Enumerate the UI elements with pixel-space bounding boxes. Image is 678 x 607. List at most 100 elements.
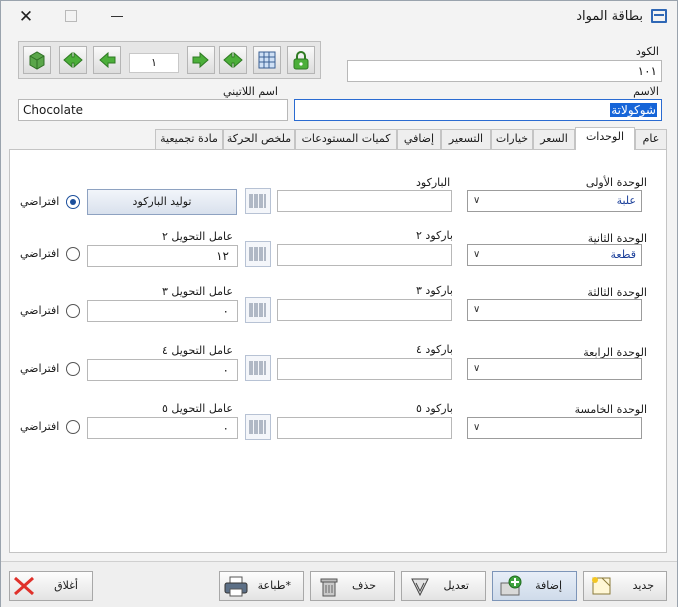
code-field[interactable]: ١٠١ bbox=[347, 60, 662, 82]
close-x-icon bbox=[14, 576, 34, 596]
default-label-4: افتراضي bbox=[20, 362, 60, 375]
tab-general[interactable]: عام bbox=[635, 129, 667, 149]
latin-name-label: اسم اللاتيني bbox=[223, 85, 278, 98]
chevron-down-icon: ∨ bbox=[473, 195, 481, 206]
default-label-5: افتراضي bbox=[20, 420, 60, 433]
latin-name-field[interactable]: Chocolate bbox=[18, 99, 288, 121]
delete-button[interactable]: حذف bbox=[310, 571, 395, 601]
barcode-3-field[interactable] bbox=[277, 299, 452, 321]
chevron-down-icon: ∨ bbox=[473, 363, 481, 374]
close-button-label: أغلاق bbox=[54, 579, 78, 592]
barcode-icon bbox=[249, 194, 266, 208]
conversion-4-field[interactable]: ٠ bbox=[87, 359, 238, 381]
barcode-5-button[interactable] bbox=[245, 414, 271, 440]
conversion-3-field[interactable]: ٠ bbox=[87, 300, 238, 322]
window-title: بطاقة المواد bbox=[576, 9, 643, 24]
navigation-toolbar: ١ bbox=[18, 41, 321, 79]
last-record-button[interactable] bbox=[219, 46, 247, 74]
chevron-down-icon: ∨ bbox=[473, 422, 481, 433]
unit-1-label: الوحدة الأولى bbox=[585, 176, 647, 189]
barcode-5-field[interactable] bbox=[277, 417, 452, 439]
new-button-label: جديد bbox=[632, 579, 654, 592]
default-radio-1[interactable] bbox=[66, 195, 80, 209]
tab-warehouse-quantities[interactable]: كميات المستودعات bbox=[295, 129, 397, 149]
default-radio-2[interactable] bbox=[66, 247, 80, 261]
unit-3-label: الوحدة الثالثة bbox=[587, 286, 647, 299]
barcode-4-button[interactable] bbox=[245, 355, 271, 381]
new-button[interactable]: جديد bbox=[583, 571, 667, 601]
barcode-icon bbox=[249, 361, 266, 375]
arrow-left-icon bbox=[99, 51, 116, 69]
double-arrow-left-icon bbox=[63, 51, 83, 69]
edit-button-label: تعديل bbox=[443, 579, 469, 592]
printer-icon bbox=[224, 576, 248, 597]
previous-record-button[interactable] bbox=[93, 46, 121, 74]
save-record-button[interactable] bbox=[23, 46, 51, 74]
unit-1-select[interactable]: علبة ∨ bbox=[467, 190, 642, 212]
unit-4-select[interactable]: ∨ bbox=[467, 358, 642, 380]
tab-options[interactable]: خيارات bbox=[491, 129, 533, 149]
barcode-1-button[interactable] bbox=[245, 188, 271, 214]
edit-button[interactable]: تعديل bbox=[401, 571, 486, 601]
delete-button-label: حذف bbox=[352, 579, 376, 592]
footer-bar: جديد إضافة تعديل حذف طباعة* أغلاق bbox=[1, 561, 677, 607]
chevron-down-icon: ∨ bbox=[473, 304, 481, 315]
barcode-2-button[interactable] bbox=[245, 241, 271, 267]
print-button-label: طباعة* bbox=[257, 579, 291, 592]
minimize-icon[interactable] bbox=[111, 16, 123, 17]
close-button[interactable]: أغلاق bbox=[9, 571, 93, 601]
barcode-icon bbox=[249, 420, 266, 434]
tab-pricing[interactable]: التسعير bbox=[441, 129, 491, 149]
conversion-3-label: عامل التحويل ٣ bbox=[162, 285, 233, 298]
tab-extra[interactable]: إضافي bbox=[397, 129, 441, 149]
default-label-3: افتراضي bbox=[20, 304, 60, 317]
conversion-5-field[interactable]: ٠ bbox=[87, 417, 238, 439]
unit-5-select[interactable]: ∨ bbox=[467, 417, 642, 439]
tab-strip: عام الوحدات السعر خيارات التسعير إضافي ك… bbox=[155, 127, 667, 150]
new-document-icon bbox=[592, 577, 611, 595]
lock-icon bbox=[293, 51, 309, 70]
unit-5-label: الوحدة الخامسة bbox=[574, 403, 647, 416]
add-icon bbox=[500, 575, 522, 596]
print-button[interactable]: طباعة* bbox=[219, 571, 304, 601]
close-window-icon[interactable]: ✕ bbox=[15, 6, 37, 28]
barcode-1-label: الباركود bbox=[416, 176, 451, 189]
generate-barcode-button[interactable]: توليد الباركود bbox=[87, 189, 237, 215]
record-number-field[interactable]: ١ bbox=[129, 53, 179, 73]
tab-price[interactable]: السعر bbox=[533, 129, 575, 149]
conversion-4-label: عامل التحويل ٤ bbox=[162, 344, 233, 357]
barcode-3-label: باركود ٣ bbox=[416, 284, 453, 297]
title-bar: ✕ بطاقة المواد bbox=[1, 1, 677, 33]
default-radio-3[interactable] bbox=[66, 304, 80, 318]
default-label-1: افتراضي bbox=[20, 195, 60, 208]
default-radio-4[interactable] bbox=[66, 362, 80, 376]
barcode-1-field[interactable] bbox=[277, 190, 452, 212]
tab-units[interactable]: الوحدات bbox=[575, 127, 635, 150]
add-button-label: إضافة bbox=[535, 579, 562, 592]
conversion-2-field[interactable]: ١٢ bbox=[87, 245, 238, 267]
lock-button[interactable] bbox=[287, 46, 315, 74]
barcode-icon bbox=[249, 247, 266, 261]
default-radio-5[interactable] bbox=[66, 420, 80, 434]
unit-3-select[interactable]: ∨ bbox=[467, 299, 642, 321]
name-field-value: شوكولاتة bbox=[610, 103, 657, 117]
tab-movement-summary[interactable]: ملخص الحركة bbox=[223, 129, 295, 149]
grid-view-button[interactable] bbox=[253, 46, 281, 74]
barcode-icon bbox=[249, 303, 266, 317]
unit-2-value: قطعة bbox=[610, 248, 637, 261]
next-record-button[interactable] bbox=[187, 46, 215, 74]
barcode-4-field[interactable] bbox=[277, 358, 452, 380]
barcode-2-field[interactable] bbox=[277, 244, 452, 266]
first-record-button[interactable] bbox=[59, 46, 87, 74]
add-button[interactable]: إضافة bbox=[492, 571, 577, 601]
tab-assembly-item[interactable]: مادة تجميعية bbox=[155, 129, 223, 149]
barcode-2-label: باركود ٢ bbox=[416, 229, 453, 242]
unit-2-select[interactable]: قطعة ∨ bbox=[467, 244, 642, 266]
name-field[interactable]: شوكولاتة bbox=[294, 99, 662, 121]
barcode-4-label: باركود ٤ bbox=[416, 343, 453, 356]
barcode-3-button[interactable] bbox=[245, 297, 271, 323]
chevron-down-icon: ∨ bbox=[473, 249, 481, 260]
default-label-2: افتراضي bbox=[20, 247, 60, 260]
conversion-5-label: عامل التحويل ٥ bbox=[162, 402, 233, 415]
maximize-icon[interactable] bbox=[65, 10, 77, 22]
